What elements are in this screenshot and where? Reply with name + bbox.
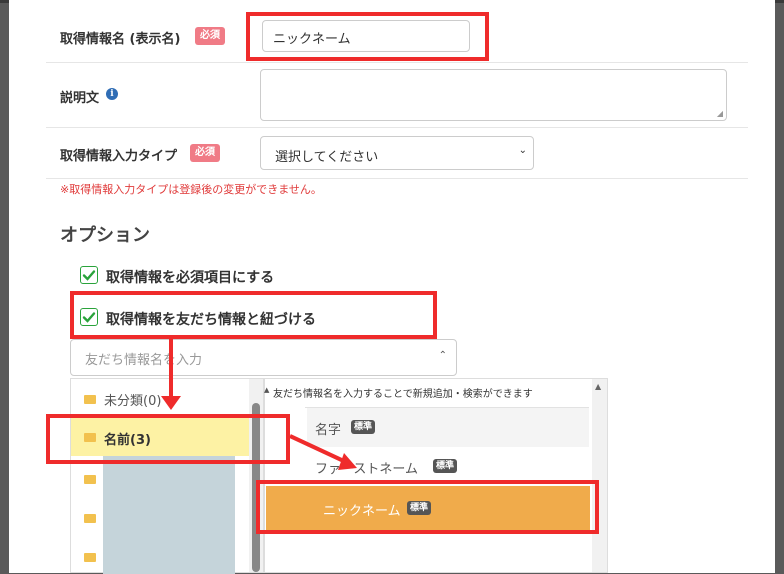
arrow-line — [289, 434, 349, 465]
dialog: 取得情報名 (表示名) 必須 ニックネーム 説明文 i ◢ 取得情報入力タイプ … — [9, 0, 775, 574]
arrow-head — [161, 396, 181, 410]
annotation-arrows — [161, 339, 357, 470]
